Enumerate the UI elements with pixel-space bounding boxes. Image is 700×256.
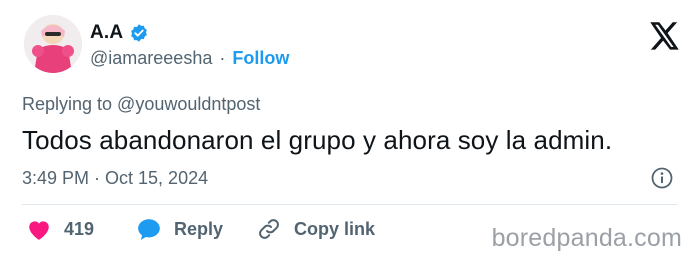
author-handle-row: @iamareeesha · Follow [90,48,289,69]
copy-link-label: Copy link [294,218,376,239]
author-handle[interactable]: @iamareeesha [90,48,212,69]
reply-button[interactable]: Reply [136,217,223,241]
tweet-text: Todos abandonaron el grupo y ahora soy l… [22,125,613,155]
follow-button[interactable]: Follow [232,48,289,69]
x-logo-icon[interactable] [650,22,680,50]
replying-to-line[interactable]: Replying to @youwouldntpost [22,94,260,115]
avatar-image [24,15,82,73]
tweet-timestamp[interactable]: 3:49 PM · Oct 15, 2024 [22,168,208,189]
reply-label: Reply [174,218,224,239]
verified-badge-icon [129,23,149,43]
like-button[interactable]: 419 [26,217,94,241]
copy-link-button[interactable]: Copy link [256,217,375,241]
link-icon [256,217,282,241]
speech-bubble-icon [136,217,162,241]
author-display-name[interactable]: A.A [90,22,123,44]
watermark: boredpanda.com [491,224,682,252]
separator-dot: · [219,48,226,68]
heart-icon [26,217,52,241]
author-name-row: A.A [90,22,149,44]
avatar[interactable] [24,15,82,73]
info-icon[interactable] [650,166,674,190]
divider [22,204,678,205]
like-count: 419 [64,218,95,239]
